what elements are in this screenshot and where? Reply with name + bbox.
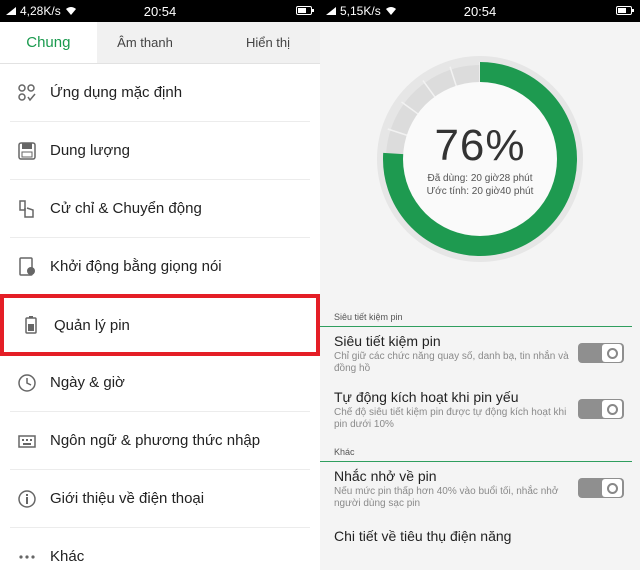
- menu-label: Dung lượng: [50, 142, 130, 159]
- super-saver-toggle[interactable]: [578, 343, 624, 363]
- section-header-super-saver: Siêu tiết kiệm pin: [320, 304, 632, 327]
- setting-battery-reminder[interactable]: Nhắc nhở về pin Nếu mức pin thấp hơn 40%…: [320, 462, 640, 518]
- tab-sound[interactable]: Âm thanh: [97, 22, 194, 63]
- keyboard-icon: [16, 430, 38, 452]
- menu-label: Giới thiệu về điện thoại: [50, 490, 205, 507]
- network-speed: 5,15K/s: [340, 4, 381, 18]
- menu-label: Quản lý pin: [54, 316, 130, 334]
- setting-title: Tự động kích hoạt khi pin yếu: [334, 389, 519, 405]
- menu-label: Ứng dụng mặc định: [50, 84, 183, 101]
- wifi-icon: [65, 7, 76, 15]
- setting-desc: Chỉ giữ các chức năng quay số, danh bạ, …: [334, 351, 569, 374]
- battery-management-screen: 5,15K/s 20:54 76% Đã dùng: 20 giờ28 phút…: [320, 0, 640, 570]
- menu-item-gestures[interactable]: Cử chỉ & Chuyển động: [10, 180, 310, 238]
- toggle-knob: [602, 400, 622, 418]
- clock-icon: [16, 372, 38, 394]
- status-bar: 4,28K/s 20:54: [0, 0, 320, 22]
- setting-title: Nhắc nhở về pin: [334, 468, 437, 484]
- battery-used-time: Đã dùng: 20 giờ28 phút: [427, 173, 533, 184]
- setting-super-saver[interactable]: Siêu tiết kiệm pin Chỉ giữ các chức năng…: [320, 327, 640, 383]
- menu-label: Khác: [50, 548, 85, 565]
- battery-gauge-panel: 76% Đã dùng: 20 giờ28 phút Ước tính: 20 …: [320, 22, 640, 304]
- menu-item-storage[interactable]: Dung lượng: [10, 122, 310, 180]
- power-usage-details-link[interactable]: Chi tiết về tiêu thụ điện năng: [320, 518, 640, 554]
- menu-item-language-input[interactable]: Ngôn ngữ & phương thức nhập: [10, 412, 310, 470]
- menu-item-date-time[interactable]: Ngày & giờ: [10, 354, 310, 412]
- more-icon: [16, 546, 38, 568]
- network-speed: 4,28K/s: [20, 4, 61, 18]
- wifi-icon: [385, 7, 396, 15]
- default-apps-icon: [16, 82, 38, 104]
- signal-icon: [6, 7, 16, 15]
- settings-screen: 4,28K/s 20:54 Chung Âm thanh Hiển thị Ứn…: [0, 0, 320, 570]
- battery-icon: [20, 314, 42, 336]
- voice-launch-icon: [16, 256, 38, 278]
- menu-label: Ngôn ngữ & phương thức nhập: [50, 432, 261, 449]
- gauge-readout: 76% Đã dùng: 20 giờ28 phút Ước tính: 20 …: [375, 54, 585, 264]
- toggle-knob: [602, 479, 622, 497]
- menu-label: Khởi động bằng giọng nói: [50, 258, 222, 275]
- battery-estimate-time: Ước tính: 20 giờ40 phút: [426, 186, 534, 197]
- battery-status-icon: [296, 6, 314, 15]
- battery-reminder-toggle[interactable]: [578, 478, 624, 498]
- settings-menu: Ứng dụng mặc định Dung lượng Cử chỉ & Ch…: [0, 64, 320, 570]
- setting-auto-activate[interactable]: Tự động kích hoạt khi pin yếu Chế độ siê…: [320, 383, 640, 439]
- battery-percent: 76%: [434, 121, 526, 170]
- setting-desc: Nếu mức pin thấp hơn 40% vào buổi tối, n…: [334, 486, 559, 509]
- signal-icon: [326, 7, 336, 15]
- setting-title: Siêu tiết kiệm pin: [334, 333, 441, 349]
- menu-item-about-phone[interactable]: Giới thiệu về điện thoại: [10, 470, 310, 528]
- menu-item-battery-management[interactable]: Quản lý pin: [0, 294, 320, 356]
- info-icon: [16, 488, 38, 510]
- menu-item-default-apps[interactable]: Ứng dụng mặc định: [10, 64, 310, 122]
- menu-label: Cử chỉ & Chuyển động: [50, 200, 202, 217]
- gesture-icon: [16, 198, 38, 220]
- storage-icon: [16, 140, 38, 162]
- tab-general[interactable]: Chung: [0, 22, 97, 63]
- status-bar: 5,15K/s 20:54: [320, 0, 640, 22]
- section-header-other: Khác: [320, 439, 632, 462]
- toggle-knob: [602, 344, 622, 362]
- auto-activate-toggle[interactable]: [578, 399, 624, 419]
- tab-display[interactable]: Hiển thị: [193, 22, 320, 63]
- battery-status-icon: [616, 6, 634, 15]
- settings-tabs: Chung Âm thanh Hiển thị: [0, 22, 320, 64]
- menu-item-voice-launch[interactable]: Khởi động bằng giọng nói: [10, 238, 310, 296]
- menu-label: Ngày & giờ: [50, 374, 125, 391]
- menu-item-other[interactable]: Khác: [10, 528, 310, 570]
- setting-desc: Chế độ siêu tiết kiệm pin được tự động k…: [334, 407, 567, 430]
